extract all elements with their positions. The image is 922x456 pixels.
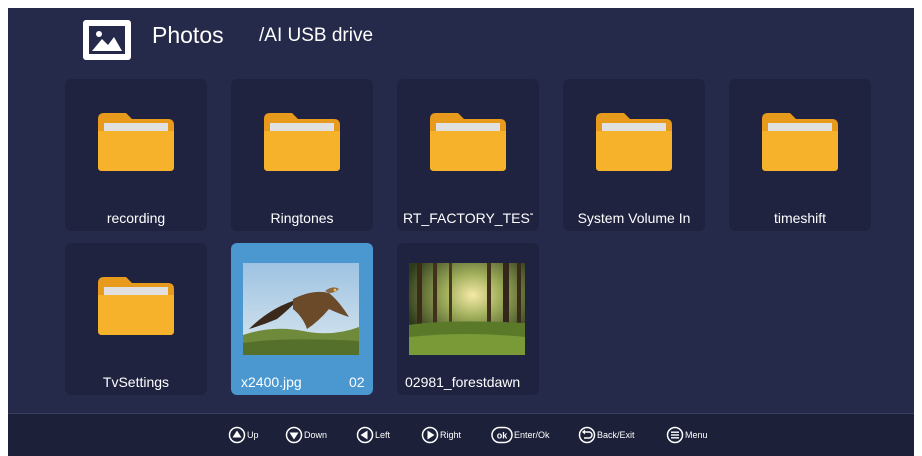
folder-label: timeshift bbox=[773, 210, 827, 226]
eagle-photo-thumbnail bbox=[243, 263, 359, 355]
folder-icon bbox=[430, 113, 506, 171]
folder-tile-system-volume[interactable]: System Volume In bbox=[563, 79, 705, 231]
photo-tile-forest[interactable]: 02981_forestdawn bbox=[397, 243, 539, 395]
folder-tile-ringtones[interactable]: Ringtones bbox=[231, 79, 373, 231]
left-arrow-icon bbox=[356, 426, 374, 444]
back-icon bbox=[578, 426, 596, 444]
forest-photo-thumbnail bbox=[409, 263, 525, 355]
up-arrow-icon bbox=[228, 426, 246, 444]
folder-label: recording bbox=[106, 210, 166, 226]
folder-tile-timeshift[interactable]: timeshift bbox=[729, 79, 871, 231]
folder-label: Ringtones bbox=[270, 210, 334, 226]
down-arrow-icon bbox=[285, 426, 303, 444]
folder-label: TvSettings bbox=[102, 374, 170, 390]
folder-icon bbox=[264, 113, 340, 171]
photo-filename: x2400.jpg bbox=[241, 374, 302, 390]
photo-filename: 02981_forestdawn bbox=[405, 374, 521, 390]
menu-icon bbox=[666, 426, 684, 444]
folder-icon bbox=[98, 113, 174, 171]
hint-label-menu: Menu bbox=[685, 430, 708, 440]
hint-down: Down bbox=[285, 426, 327, 444]
folder-tile-recording[interactable]: recording bbox=[65, 79, 207, 231]
photo-tile-eagle[interactable]: x2400.jpg 02 bbox=[231, 243, 373, 395]
folder-label: System Volume In bbox=[577, 210, 691, 226]
hint-label-back: Back/Exit bbox=[597, 430, 635, 440]
folder-label: RT_FACTORY_TEST bbox=[403, 210, 533, 226]
hint-menu: Menu bbox=[666, 426, 708, 444]
right-arrow-icon bbox=[421, 426, 439, 444]
ok-glyph: ok bbox=[497, 431, 508, 441]
folder-icon bbox=[762, 113, 838, 171]
hint-label-right: Right bbox=[440, 430, 462, 440]
hint-back: Back/Exit bbox=[578, 426, 635, 444]
hint-label-ok: Enter/Ok bbox=[514, 430, 550, 440]
folder-icon bbox=[98, 277, 174, 335]
photo-browser-screen: Photos /AI USB drive recording Ringtones… bbox=[8, 8, 914, 456]
ok-icon: ok bbox=[491, 426, 513, 444]
folder-tile-rt-factory-test[interactable]: RT_FACTORY_TEST bbox=[397, 79, 539, 231]
hint-up: Up bbox=[228, 426, 259, 444]
hint-label-left: Left bbox=[375, 430, 391, 440]
breadcrumb-path: /AI USB drive bbox=[259, 25, 374, 46]
header: Photos /AI USB drive bbox=[8, 8, 914, 68]
folder-tile-tvsettings[interactable]: TvSettings bbox=[65, 243, 207, 395]
key-hint-bar: Up Down Left Right ok Enter/Ok Back/Exit… bbox=[8, 413, 914, 456]
hint-left: Left bbox=[356, 426, 390, 444]
photos-app-icon bbox=[83, 20, 131, 60]
page-title: Photos bbox=[152, 22, 224, 48]
hint-label-down: Down bbox=[304, 430, 328, 440]
photo-filename-overflow: 02 bbox=[349, 374, 365, 390]
hint-ok: ok Enter/Ok bbox=[491, 426, 550, 444]
hint-right: Right bbox=[421, 426, 461, 444]
hint-label-up: Up bbox=[247, 430, 259, 440]
folder-icon bbox=[596, 113, 672, 171]
